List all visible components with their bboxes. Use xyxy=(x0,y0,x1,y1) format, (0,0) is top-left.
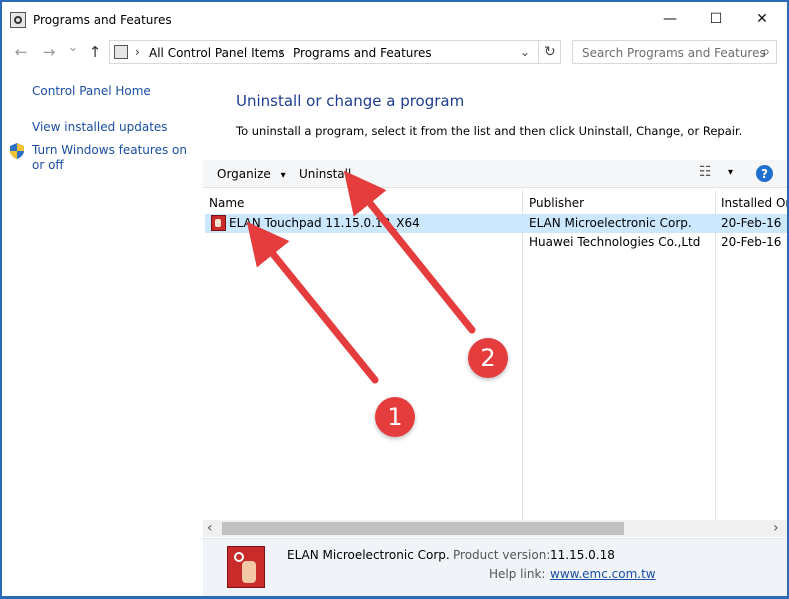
view-installed-updates-link[interactable]: View installed updates xyxy=(32,120,168,134)
annotation-badge-2: 2 xyxy=(468,338,508,378)
address-dropdown-icon[interactable]: ⌄ xyxy=(520,45,530,59)
column-header-publisher-label: Publisher xyxy=(529,196,585,210)
horizontal-scrollbar[interactable]: ‹ › xyxy=(203,520,787,537)
help-link[interactable]: www.emc.com.tw xyxy=(550,567,656,581)
control-panel-icon xyxy=(10,12,26,28)
program-name[interactable]: ELAN Touchpad 11.15.0.18_X64 xyxy=(229,216,420,230)
program-installed-on[interactable]: 20-Feb-16 xyxy=(721,216,781,230)
sort-ascending-icon: ⌃ xyxy=(357,183,367,196)
up-arrow-icon[interactable]: ↑ xyxy=(86,43,104,61)
breadcrumb-separator-icon[interactable]: › xyxy=(135,45,140,59)
column-header-installed-on-label: Installed On xyxy=(721,196,787,210)
turn-windows-features-link[interactable]: Turn Windows features on or off xyxy=(32,143,197,173)
product-version-label: Product version: xyxy=(453,548,551,562)
back-arrow-icon[interactable]: ← xyxy=(12,43,30,61)
window-title: Programs and Features xyxy=(33,13,172,27)
maximize-button[interactable]: ☐ xyxy=(693,2,739,36)
search-input[interactable]: Search Programs and Features xyxy=(582,46,766,60)
breadcrumb-separator-icon[interactable]: › xyxy=(279,45,284,59)
chevron-down-icon: ▾ xyxy=(280,170,286,181)
minimize-button[interactable]: — xyxy=(647,2,693,36)
scrollbar-thumb[interactable] xyxy=(222,522,624,535)
annotation-badge-1: 1 xyxy=(375,397,415,437)
scroll-left-icon[interactable]: ‹ xyxy=(207,520,213,536)
shield-icon xyxy=(10,143,24,159)
details-pane: ELAN Microelectronic Corp. Product versi… xyxy=(203,538,787,596)
address-divider xyxy=(538,41,539,63)
change-view-icon[interactable]: ☷ xyxy=(699,164,712,180)
product-version-value: 11.15.0.18 xyxy=(550,548,615,562)
search-icon[interactable]: ⌕ xyxy=(762,44,770,60)
forward-arrow-icon[interactable]: → xyxy=(40,43,58,61)
control-panel-home-link[interactable]: Control Panel Home xyxy=(32,84,151,98)
title-bar[interactable]: Programs and Features — ☐ ✕ xyxy=(2,2,787,36)
elan-program-large-icon xyxy=(227,546,265,588)
organize-label: Organize xyxy=(217,167,271,181)
breadcrumb-programs-and-features[interactable]: Programs and Features xyxy=(293,46,432,60)
recent-locations-chevron-icon[interactable]: ⌄ xyxy=(64,40,82,55)
scroll-right-icon[interactable]: › xyxy=(773,520,779,536)
help-link-label: Help link: xyxy=(489,567,546,581)
program-publisher[interactable]: Huawei Technologies Co.,Ltd xyxy=(529,235,700,249)
refresh-icon[interactable]: ↻ xyxy=(544,44,558,60)
command-bar: Organize ▾ Uninstall ☷ ▾ ? xyxy=(203,160,787,188)
details-publisher: ELAN Microelectronic Corp. xyxy=(287,548,450,562)
page-description: To uninstall a program, select it from t… xyxy=(236,124,743,138)
program-installed-on[interactable]: 20-Feb-16 xyxy=(721,235,781,249)
elan-touchpad-icon xyxy=(211,215,226,231)
column-header-installed-on[interactable]: Installed On xyxy=(721,190,787,214)
view-options-chevron-icon[interactable]: ▾ xyxy=(728,167,733,178)
page-title: Uninstall or change a program xyxy=(236,92,465,110)
organize-button[interactable]: Organize ▾ xyxy=(217,167,286,181)
breadcrumb-all-control-panel-items[interactable]: All Control Panel Items xyxy=(149,46,285,60)
control-panel-icon xyxy=(114,45,128,59)
close-button[interactable]: ✕ xyxy=(739,2,785,36)
address-bar[interactable]: › All Control Panel Items › Programs and… xyxy=(109,40,561,64)
search-box[interactable]: Search Programs and Features ⌕ xyxy=(572,40,777,64)
column-header-name-label: Name xyxy=(209,196,245,210)
uninstall-button[interactable]: Uninstall xyxy=(299,167,351,181)
help-icon[interactable]: ? xyxy=(756,165,773,182)
programs-and-features-window: Programs and Features — ☐ ✕ ← → ⌄ ↑ › Al… xyxy=(2,2,787,596)
program-publisher[interactable]: ELAN Microelectronic Corp. xyxy=(529,216,692,230)
